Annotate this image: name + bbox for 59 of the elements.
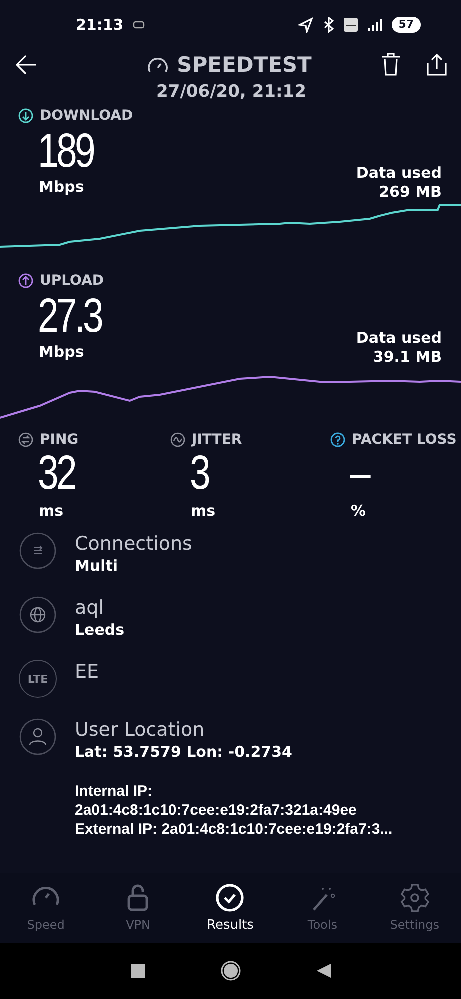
recents-square-icon[interactable]: [130, 964, 144, 978]
nav-tab[interactable]: Tools: [306, 883, 340, 943]
data-used-label: Data used: [356, 164, 442, 183]
clock: 21:13: [76, 16, 124, 34]
back-arrow-icon[interactable]: [16, 53, 38, 77]
info-title: Connections: [75, 532, 192, 556]
ip-address-line: 2a01:4c8:1c10:7cee:e19:2fa7:321a:49ee: [75, 801, 358, 820]
jitter-icon: [170, 432, 186, 448]
check-circle-icon: [215, 883, 246, 913]
gauge-icon: [147, 55, 170, 75]
info-title: aql: [75, 596, 105, 620]
speed-value: 27.3: [38, 291, 102, 343]
notification-icon: [132, 19, 146, 31]
metric-label: PACKET LOSS: [352, 432, 457, 448]
connections-icon: [19, 532, 57, 570]
volte-icon: [344, 17, 358, 33]
ip-address-line: Internal IP:: [75, 782, 154, 801]
metric-value: 32: [38, 448, 75, 500]
battery-level: 57: [392, 17, 421, 33]
metric-value: –: [350, 448, 368, 500]
data-used-value: 269 MB: [378, 183, 442, 202]
nav-tab[interactable]: VPN: [121, 883, 156, 943]
info-detail: Multi: [75, 556, 120, 576]
data-used-value: 39.1 MB: [372, 348, 442, 367]
lte-badge-icon: LTE: [19, 660, 57, 698]
share-icon[interactable]: [427, 53, 447, 77]
ip-address-line: External IP: 2a01:4c8:1c10:7cee:e19:2fa7:3...: [75, 820, 393, 839]
info-detail: Leeds: [75, 620, 125, 640]
back-triangle-icon[interactable]: [316, 964, 330, 978]
settings-icon: [400, 883, 430, 913]
result-label: UPLOAD: [40, 273, 104, 289]
home-circle-icon[interactable]: [220, 961, 240, 981]
result-label: DOWNLOAD: [40, 108, 134, 124]
nav-tab[interactable]: Results: [205, 883, 256, 943]
app-title: SPEEDTEST: [177, 53, 312, 77]
bluetooth-icon: [322, 17, 336, 33]
info-title: User Location: [75, 718, 206, 742]
data-used-label: Data used: [356, 329, 442, 348]
info-detail: Lat: 53.7579 Lon: -0.2734: [75, 742, 294, 762]
speed-unit: Mbps: [39, 178, 84, 196]
metric-unit: %: [351, 502, 366, 520]
metric-value: 3: [190, 448, 208, 500]
location-arrow-icon: [298, 17, 314, 33]
test-date: 27/06/20, 21:12: [156, 82, 308, 102]
nav-tab[interactable]: Speed: [25, 883, 67, 943]
speed-unit: Mbps: [39, 343, 84, 361]
ping-icon: [18, 432, 34, 448]
nav-tab[interactable]: Settings: [388, 883, 442, 943]
help-icon: [330, 432, 346, 448]
info-title: EE: [75, 660, 100, 684]
trash-icon[interactable]: [381, 53, 401, 77]
metric-label: JITTER: [192, 432, 242, 448]
metric-unit: ms: [39, 502, 64, 520]
signal-icon: [366, 17, 384, 33]
speed-value: 189: [38, 126, 94, 178]
metric-label: PING: [40, 432, 79, 448]
globe-icon: [19, 596, 57, 634]
person-icon: [19, 718, 57, 756]
metric-unit: ms: [191, 502, 216, 520]
